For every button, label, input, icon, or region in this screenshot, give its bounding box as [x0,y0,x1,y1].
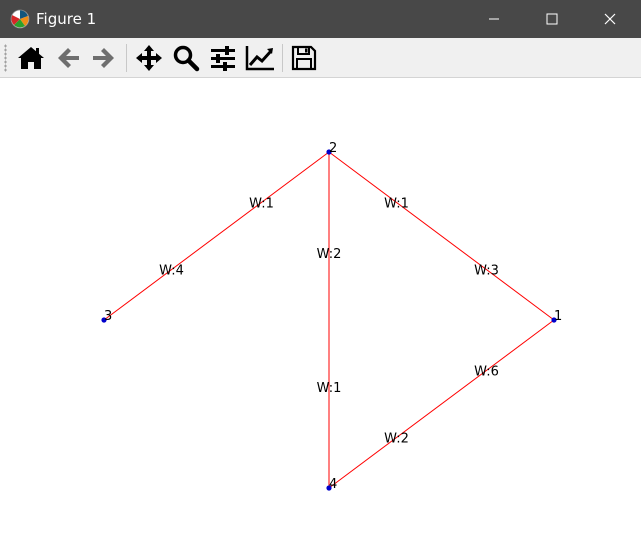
line-chart-icon [245,46,274,71]
maximize-button[interactable] [523,0,581,38]
edge-weight-label: W:1 [249,196,274,211]
home-button[interactable] [15,42,47,74]
floppy-disk-icon [291,45,317,71]
labels-layer: W:1 W:4 W:1 W:3 W:2 W:1 W:6 W:2 1 2 3 4 [104,141,562,492]
node-label: 3 [104,309,112,324]
edge-weight-label: W:6 [474,364,499,379]
edit-axes-button[interactable] [244,42,276,74]
graph-edge [328,319,555,489]
minimize-icon [489,18,499,20]
edge-weight-label: W:3 [474,264,499,279]
window-titlebar: Figure 1 [0,0,641,38]
edge-weight-label: W:4 [159,264,184,279]
graph-edge [103,151,330,321]
arrow-right-icon [93,48,114,68]
toolbar-separator [126,44,127,72]
edge-weight-label: W:2 [384,432,409,447]
edge-weight-label: W:2 [317,247,342,262]
node-label: 1 [554,309,562,324]
sliders-icon [211,46,235,71]
graph-plot: W:1 W:4 W:1 W:3 W:2 W:1 W:6 W:2 1 2 3 4 [101,141,562,492]
close-icon [604,13,616,25]
navigation-toolbar [0,38,641,78]
minimize-button[interactable] [465,0,523,38]
forward-button[interactable] [88,42,120,74]
graph-edge [328,151,555,321]
magnifier-icon [173,45,200,72]
close-button[interactable] [581,0,639,38]
edges-layer [103,151,555,489]
arrow-left-icon [58,48,79,68]
matplotlib-logo-icon [10,9,30,29]
toolbar-grip[interactable] [4,44,7,72]
pan-button[interactable] [133,42,165,74]
node-label: 4 [329,477,337,492]
zoom-button[interactable] [170,42,202,74]
home-icon [18,47,44,69]
move-icon [136,45,162,71]
figure-canvas[interactable]: W:1 W:4 W:1 W:3 W:2 W:1 W:6 W:2 1 2 3 4 [1,78,641,558]
node-label: 2 [329,141,337,156]
toolbar-separator [282,44,283,72]
edge-weight-label: W:1 [317,381,342,396]
configure-subplots-button[interactable] [207,42,239,74]
back-button[interactable] [52,42,84,74]
edge-weight-label: W:1 [384,196,409,211]
maximize-icon [546,13,558,25]
save-button[interactable] [288,42,320,74]
window-title: Figure 1 [36,10,97,28]
